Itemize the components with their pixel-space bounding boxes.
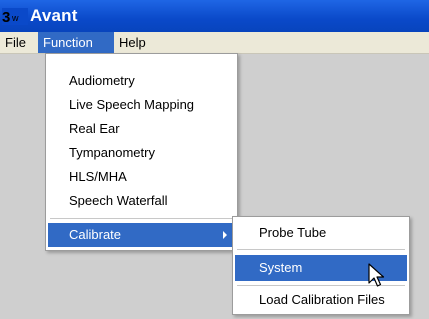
- submenu-separator: [237, 249, 405, 250]
- svg-text:3: 3: [2, 9, 10, 25]
- menu-item-speech-waterfall[interactable]: Speech Waterfall: [48, 189, 235, 213]
- menu-bar: File Function Help: [0, 32, 429, 54]
- menu-item-hls-mha[interactable]: HLS/MHA: [48, 165, 235, 189]
- title-bar[interactable]: 3 w Avant: [0, 0, 429, 32]
- window-title: Avant: [30, 6, 78, 25]
- menu-file[interactable]: File: [0, 32, 31, 53]
- submenu-arrow-icon: [223, 231, 227, 239]
- menu-item-tympanometry[interactable]: Tympanometry: [48, 141, 235, 165]
- arrow-pointer-icon: [368, 263, 385, 287]
- avant-app-icon: 3 w: [2, 8, 28, 25]
- menu-item-live-speech-mapping[interactable]: Live Speech Mapping: [48, 93, 235, 117]
- menu-function[interactable]: Function: [38, 32, 114, 53]
- menu-separator: [50, 218, 233, 219]
- menu-help[interactable]: Help: [114, 32, 151, 53]
- submenu-item-probe-tube[interactable]: Probe Tube: [235, 220, 407, 246]
- menu-item-calibrate-label: Calibrate: [69, 227, 122, 242]
- function-dropdown-menu: Audiometry Live Speech Mapping Real Ear …: [45, 53, 238, 251]
- submenu-item-load-calibration-files[interactable]: Load Calibration Files: [235, 287, 407, 313]
- menu-item-audiometry[interactable]: Audiometry: [48, 69, 235, 93]
- svg-text:w: w: [11, 13, 19, 23]
- menu-item-calibrate[interactable]: Calibrate: [48, 223, 235, 247]
- menu-item-real-ear[interactable]: Real Ear: [48, 117, 235, 141]
